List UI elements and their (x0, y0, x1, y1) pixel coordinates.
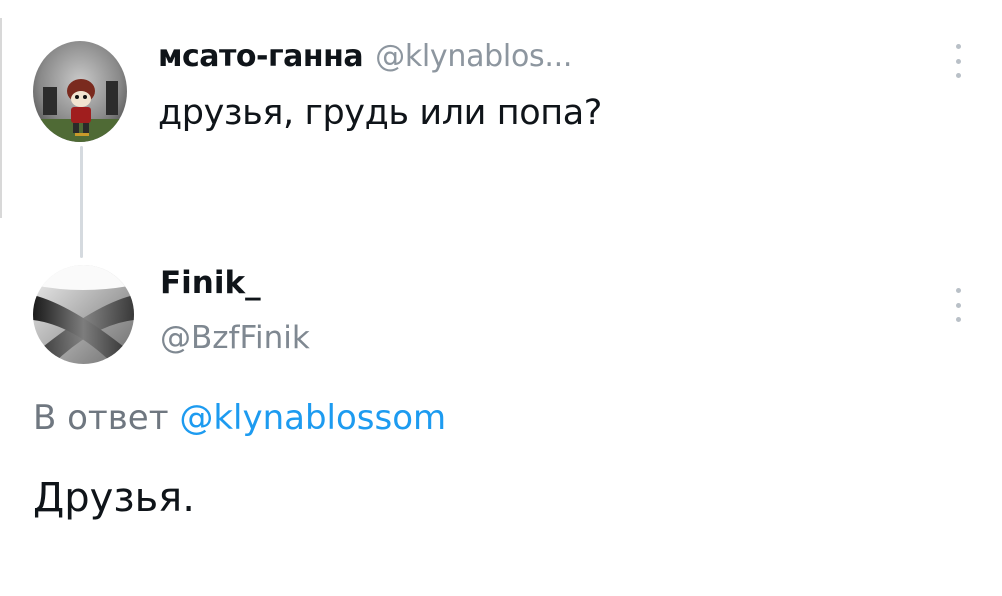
original-tweet-text: друзья, грудь или попа? (158, 93, 602, 133)
original-author-name[interactable]: мсато-ганна (158, 39, 364, 74)
reply-author-avatar[interactable] (33, 265, 134, 364)
reply-tweet-text: Друзья. (33, 475, 195, 521)
more-vertical-icon (955, 44, 961, 49)
replying-to-line: В ответ @klynablossom (33, 398, 446, 438)
thread-connector-line (80, 146, 83, 258)
tweet-thread: мсато-ганна @klynablos... друзья, грудь … (0, 0, 1002, 596)
original-author-handle[interactable]: @klynablos... (375, 39, 572, 74)
replying-to-handle-link[interactable]: @klynablossom (179, 398, 446, 438)
more-vertical-icon (955, 288, 961, 293)
reply-author-handle[interactable]: @BzfFinik (160, 320, 310, 356)
reply-author-name[interactable]: Finik_ (160, 265, 261, 301)
left-divider (0, 18, 2, 218)
more-options-button[interactable] (950, 44, 966, 78)
original-tweet-header: мсато-ганна @klynablos... (158, 39, 572, 83)
replying-to-label: В ответ (33, 398, 169, 438)
original-author-avatar[interactable] (33, 41, 127, 142)
more-options-button[interactable] (950, 288, 966, 322)
